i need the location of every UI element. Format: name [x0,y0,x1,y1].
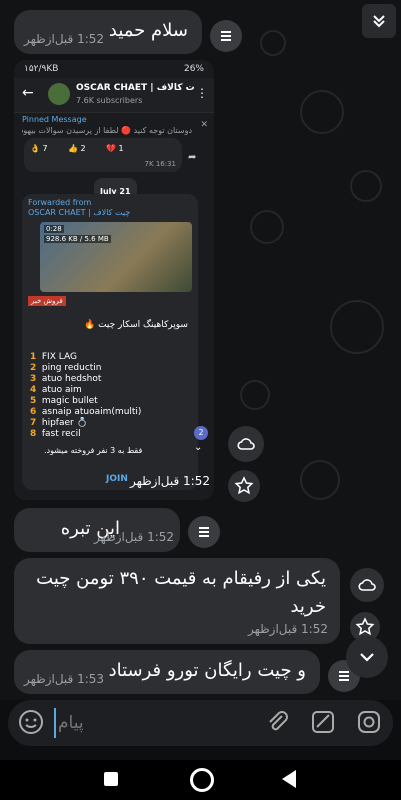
pin-icon: ✕ [200,120,208,130]
message-bubble[interactable]: و چیت رایگان تورو فرستاد 1:53 قبل‌ازظهر [14,650,320,694]
message-bubble[interactable]: سلام حمید 1:52 قبل‌ازظهر [14,10,202,54]
feature-item: 6 asnaip atuoaim(multi) [30,407,142,417]
star-icon [234,476,254,495]
attach-icon[interactable] [264,709,290,739]
message-text: و چیت رایگان تورو فرستاد [108,660,306,681]
channel-avatar [48,83,70,105]
view-count: 7K 16:31 [144,160,176,168]
image-caption-strip: 1:52 قبل‌ازظهر [130,470,214,494]
pinned-text: دوستان توجه کنید 🔴 لطفا از پرسیدن سوالات… [22,126,192,135]
reaction-2: 👍 2 [68,144,86,153]
message-input[interactable] [54,708,250,738]
pinned-message-bar: Pinned Message دوستان توجه کنید 🔴 لطفا ا… [14,112,214,139]
previous-post: 👌 7 👍 2 💔 1 7K 16:31 [24,138,182,172]
cloud-button[interactable] [228,426,264,462]
reaction-3: 💔 1 [106,144,124,153]
news-tag: فروش خبر [28,296,66,306]
message-bubble[interactable]: یکی از رفیقام به قیمت ۳۹۰ تومن چیت خرید … [14,558,340,644]
message-time: 1:52 قبل‌ازظهر [94,530,175,544]
message-input-bar [8,700,393,746]
more-icon: ⋮ [196,86,208,100]
chevron-down-icon [360,653,374,662]
subscriber-count: 7.6K subscribers [76,96,143,105]
scroll-down-button[interactable] [346,636,388,678]
sticker-icon[interactable] [310,709,336,739]
screenshot-image[interactable]: ۱۵۲/۹KB 26% ← OSCAR CHAET | ت کالاف 7.6K… [14,60,214,500]
feature-item: 3 atuo hedshot [30,374,102,384]
footer-note: فقط به 3 نفر فروخته میشود. [44,446,143,455]
reaction-1: 👌 7 [30,144,48,153]
image-message-time: 1:52 قبل‌ازظهر [129,474,210,488]
chevron-down-icon: ⌄ [194,442,203,453]
video-thumbnail: 0:28 928.6 KB / 5.6 MB [40,222,192,292]
status-data-size: ۱۵۲/۹KB [24,64,59,74]
message-menu-button[interactable] [210,20,242,52]
feature-item: 5 magic bullet [30,396,98,406]
pinned-label: Pinned Message [22,115,87,124]
message-bubble[interactable]: این تبره 1:52 قبل‌ازظهر [14,508,180,552]
message-time: 1:52 قبل‌ازظهر [247,622,328,636]
screenshot-channel-header: ← OSCAR CHAET | ت کالاف 7.6K subscribers… [14,78,214,112]
star-icon [355,617,375,636]
message-text: سلام حمید [108,20,188,41]
screenshot-status-bar: ۱۵۲/۹KB 26% [14,60,214,78]
camera-icon[interactable] [356,709,382,739]
collapse-button[interactable] [362,4,396,38]
double-chevron-down-icon [373,15,385,28]
message-time: 1:53 قبل‌ازظهر [24,672,105,686]
feature-item: 1 FIX LAG [30,352,77,362]
share-icon: ➦ [188,152,197,163]
menu-lines-icon [339,671,349,681]
post-headline: سوپرکاهینگ اسکار چیت 🔥 [84,320,188,330]
feature-item: 7 hipfaer 💍 [30,418,88,428]
feature-item: 4 atuo aim [30,385,82,395]
menu-lines-icon [199,527,209,537]
message-text-line-1: یکی از رفیقام به قیمت ۳۹۰ تومن چیت [36,568,326,589]
message-text-line-2: خرید [290,596,326,617]
back-arrow-icon: ← [22,85,34,101]
cloud-icon [237,438,255,450]
join-label: JOIN [106,474,128,484]
message-menu-button[interactable] [188,516,220,548]
recent-apps-button[interactable] [104,772,118,786]
home-button[interactable] [190,768,214,792]
emoji-icon[interactable] [18,709,44,739]
forwarded-label: Forwarded from [28,198,92,207]
message-time: 1:52 قبل‌ازظهر [24,32,105,46]
cloud-icon [358,579,376,591]
status-battery: 26% [183,64,204,74]
menu-lines-icon [221,31,231,41]
forward-source: OSCAR CHAET | چیت کالاف [28,208,131,217]
video-duration: 0:28 [44,225,64,233]
channel-name: OSCAR CHAET | ت کالاف [76,83,195,93]
video-size: 928.6 KB / 5.6 MB [44,235,111,243]
star-button[interactable] [228,470,260,502]
feature-item: 8 fast recil [30,429,81,439]
feature-item: 2 ping reductin [30,363,102,373]
back-button[interactable] [282,770,296,788]
cloud-button[interactable] [350,568,384,602]
unread-badge: 2 [194,426,208,440]
system-navigation-bar [0,760,401,800]
